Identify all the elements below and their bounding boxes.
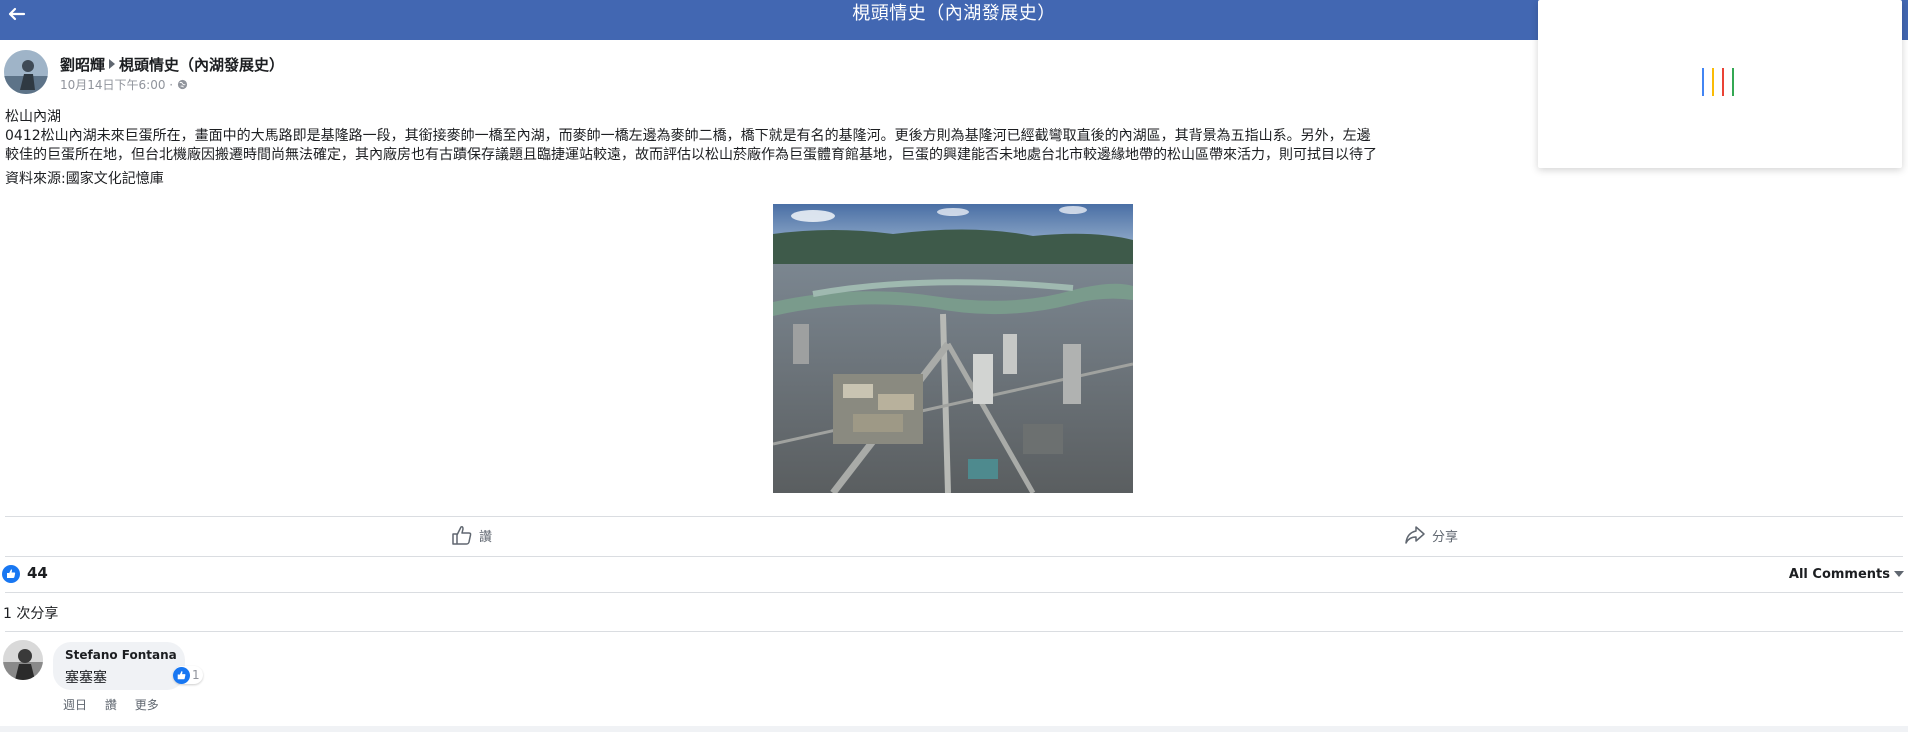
footer-strip (0, 726, 1908, 732)
commenter-name[interactable]: Stefano Fontana (65, 648, 177, 662)
post-photo[interactable] (773, 204, 1133, 493)
globe-icon (177, 79, 188, 90)
comment-actions: 週日 讚 更多 (63, 696, 173, 713)
comment-like-link[interactable]: 讚 (105, 698, 117, 712)
post-meta: 10月14日下午6:00 · (60, 76, 188, 93)
like-reaction-icon (2, 565, 20, 583)
comment-more-link[interactable]: 更多 (135, 698, 159, 712)
share-button[interactable]: 分享 (1404, 524, 1458, 546)
loading-spinner-icon (1702, 68, 1734, 96)
post-title: 松山內湖 (5, 109, 61, 125)
group-name[interactable]: 梘頭情史（內湖發展史） (119, 56, 284, 74)
comment-item: Stefano Fontana 塞塞塞 1 週日 讚 更多 (3, 640, 303, 720)
reaction-summary: 44 All Comments (0, 563, 1908, 585)
divider (5, 631, 1903, 632)
chevron-down-icon (1894, 571, 1904, 577)
author-name[interactable]: 劉昭輝 (60, 56, 105, 74)
author-avatar[interactable] (4, 50, 48, 94)
thumbs-up-icon (452, 526, 472, 545)
post-text-line-2: 較佳的巨蛋所在地，但台北機廠因搬遷時間尚無法確定，其內廠房也有古蹟保存議題且臨捷… (5, 147, 1377, 163)
triangle-right-icon (109, 59, 116, 69)
like-reaction-icon (173, 666, 190, 684)
comment-time[interactable]: 週日 (63, 698, 87, 712)
author-line: 劉昭輝 梘頭情史（內湖發展史） (60, 54, 284, 75)
comment-text: 塞塞塞 (65, 670, 107, 686)
like-button[interactable]: 讚 (451, 524, 492, 546)
post-time[interactable]: 10月14日下午6:00 · (60, 78, 177, 92)
comment-bubble: Stefano Fontana 塞塞塞 (53, 642, 185, 690)
loading-popup (1538, 0, 1902, 168)
divider (5, 592, 1903, 593)
post-source: 資料來源:國家文化記憶庫 (5, 171, 164, 187)
comment-reaction[interactable]: 1 (173, 666, 203, 684)
divider (5, 516, 1903, 517)
share-arrow-icon (1405, 526, 1425, 544)
post-text-line-1: 0412松山內湖未來巨蛋所在，畫面中的大馬路即是基隆路一段，其銜接麥帥一橋至內湖… (5, 128, 1371, 144)
share-count[interactable]: 1 次分享 (3, 603, 58, 623)
post-header: 劉昭輝 梘頭情史（內湖發展史） 10月14日下午6:00 · (4, 50, 804, 98)
like-count[interactable]: 44 (27, 564, 48, 582)
all-comments-dropdown[interactable]: All Comments (1784, 563, 1904, 585)
divider (5, 556, 1903, 557)
commenter-avatar[interactable] (3, 640, 43, 680)
all-comments-label: All Comments (1788, 566, 1890, 582)
like-label: 讚 (479, 529, 493, 545)
post-body: 松山內湖 0412松山內湖未來巨蛋所在，畫面中的大馬路即是基隆路一段，其銜接麥帥… (5, 108, 1535, 189)
share-label: 分享 (1432, 529, 1459, 545)
comment-reaction-count: 1 (192, 668, 200, 682)
